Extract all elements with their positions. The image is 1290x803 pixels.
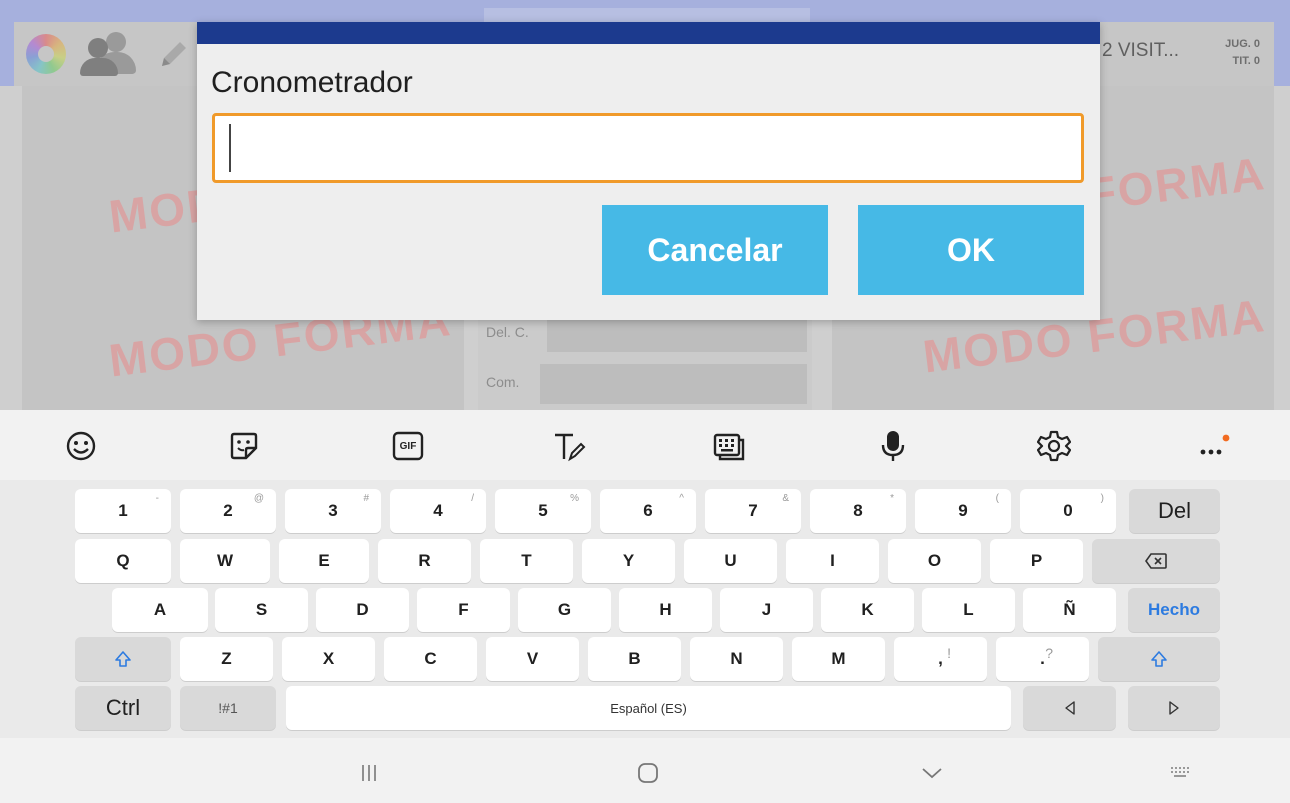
key-w[interactable]: W [180, 539, 270, 583]
timekeeper-input[interactable] [212, 113, 1084, 183]
more-icon[interactable] [1196, 429, 1230, 463]
shift-icon [115, 651, 131, 667]
key-m[interactable]: M [792, 637, 885, 681]
key-d[interactable]: D [316, 588, 409, 632]
input-dialog: Cronometrador Cancelar OK [197, 22, 1100, 320]
key-0[interactable]: 0) [1020, 489, 1116, 533]
keyboard-toolbar: GIF [0, 410, 1290, 480]
keyboard-mode-icon[interactable] [712, 429, 746, 463]
dialog-title: Cronometrador [211, 66, 413, 99]
sticker-icon[interactable] [227, 429, 261, 463]
key-3[interactable]: 3 # [285, 489, 381, 533]
cancel-button[interactable]: Cancelar [602, 205, 828, 295]
key-q[interactable]: Q [75, 539, 171, 583]
key-i[interactable]: I [786, 539, 879, 583]
arrow-left-icon [1064, 701, 1075, 715]
keyboard-switch-icon[interactable] [1166, 758, 1196, 788]
key-u[interactable]: U [684, 539, 777, 583]
key-1[interactable]: 1- [75, 489, 171, 533]
shift-right-key[interactable] [1098, 637, 1220, 681]
cursor-left-key[interactable] [1023, 686, 1116, 730]
gif-icon[interactable]: GIF [391, 429, 425, 463]
arrow-right-icon [1169, 701, 1179, 715]
row-field-com[interactable] [540, 364, 807, 404]
key-enye[interactable]: Ñ [1023, 588, 1116, 632]
key-period[interactable]: .? [996, 637, 1089, 681]
key-2[interactable]: 2 @ [180, 489, 276, 533]
ok-button[interactable]: OK [858, 205, 1084, 295]
users-icon[interactable] [80, 30, 150, 76]
key-5[interactable]: 5% [495, 489, 591, 533]
key-v[interactable]: V [486, 637, 579, 681]
done-key[interactable]: Hecho [1128, 588, 1220, 632]
back-icon[interactable] [917, 758, 947, 788]
key-o[interactable]: O [888, 539, 981, 583]
key-8[interactable]: 8 * [810, 489, 906, 533]
key-9[interactable]: 9( [915, 489, 1011, 533]
key-r[interactable]: R [378, 539, 471, 583]
delete-key[interactable]: Del [1129, 489, 1220, 533]
key-k[interactable]: K [821, 588, 914, 632]
key-s[interactable]: S [215, 588, 308, 632]
settings-icon[interactable] [1037, 429, 1071, 463]
space-key[interactable]: Español (ES) [286, 686, 1011, 730]
key-z[interactable]: Z [180, 637, 273, 681]
key-n[interactable]: N [690, 637, 783, 681]
starters-count: TIT. 0 [1232, 55, 1260, 67]
key-x[interactable]: X [282, 637, 375, 681]
key-6[interactable]: 6 ^ [600, 489, 696, 533]
key-p[interactable]: P [990, 539, 1083, 583]
row-label-com: Com. [486, 374, 520, 390]
key-a[interactable]: A [112, 588, 208, 632]
key-e[interactable]: E [279, 539, 369, 583]
pencil-icon[interactable] [156, 36, 192, 72]
emoji-icon[interactable] [64, 429, 98, 463]
key-j[interactable]: J [720, 588, 813, 632]
shift-left-key[interactable] [75, 637, 171, 681]
key-c[interactable]: C [384, 637, 477, 681]
dialog-titlebar [197, 22, 1100, 44]
microphone-icon[interactable] [876, 429, 910, 463]
row-label-del-c: Del. C. [486, 324, 529, 340]
navigation-bar [0, 738, 1290, 803]
team-name: 2 VISIT... [1102, 40, 1180, 61]
cursor-right-key[interactable] [1128, 686, 1220, 730]
recent-apps-icon[interactable] [354, 758, 384, 788]
text-caret [229, 124, 231, 172]
backspace-icon [1145, 553, 1167, 569]
key-l[interactable]: L [922, 588, 1015, 632]
team-stats: JUG. 0 TIT. 0 [1204, 36, 1260, 70]
handwriting-icon[interactable] [552, 429, 586, 463]
key-g[interactable]: G [518, 588, 611, 632]
ctrl-key[interactable]: Ctrl [75, 686, 171, 730]
key-b[interactable]: B [588, 637, 681, 681]
key-y[interactable]: Y [582, 539, 675, 583]
key-comma[interactable]: ,! [894, 637, 987, 681]
shift-icon [1151, 651, 1167, 667]
gif-label: GIF [399, 440, 417, 452]
key-f[interactable]: F [417, 588, 510, 632]
color-wheel-logo-icon[interactable] [26, 34, 66, 74]
home-icon[interactable] [633, 758, 663, 788]
top-tab-indicator [484, 8, 810, 22]
key-h[interactable]: H [619, 588, 712, 632]
players-count: JUG. 0 [1225, 38, 1260, 50]
key-4[interactable]: 4/ [390, 489, 486, 533]
key-7[interactable]: 7 & [705, 489, 801, 533]
key-t[interactable]: T [480, 539, 573, 583]
symbols-key[interactable]: !#1 [180, 686, 276, 730]
backspace-key[interactable] [1092, 539, 1220, 583]
